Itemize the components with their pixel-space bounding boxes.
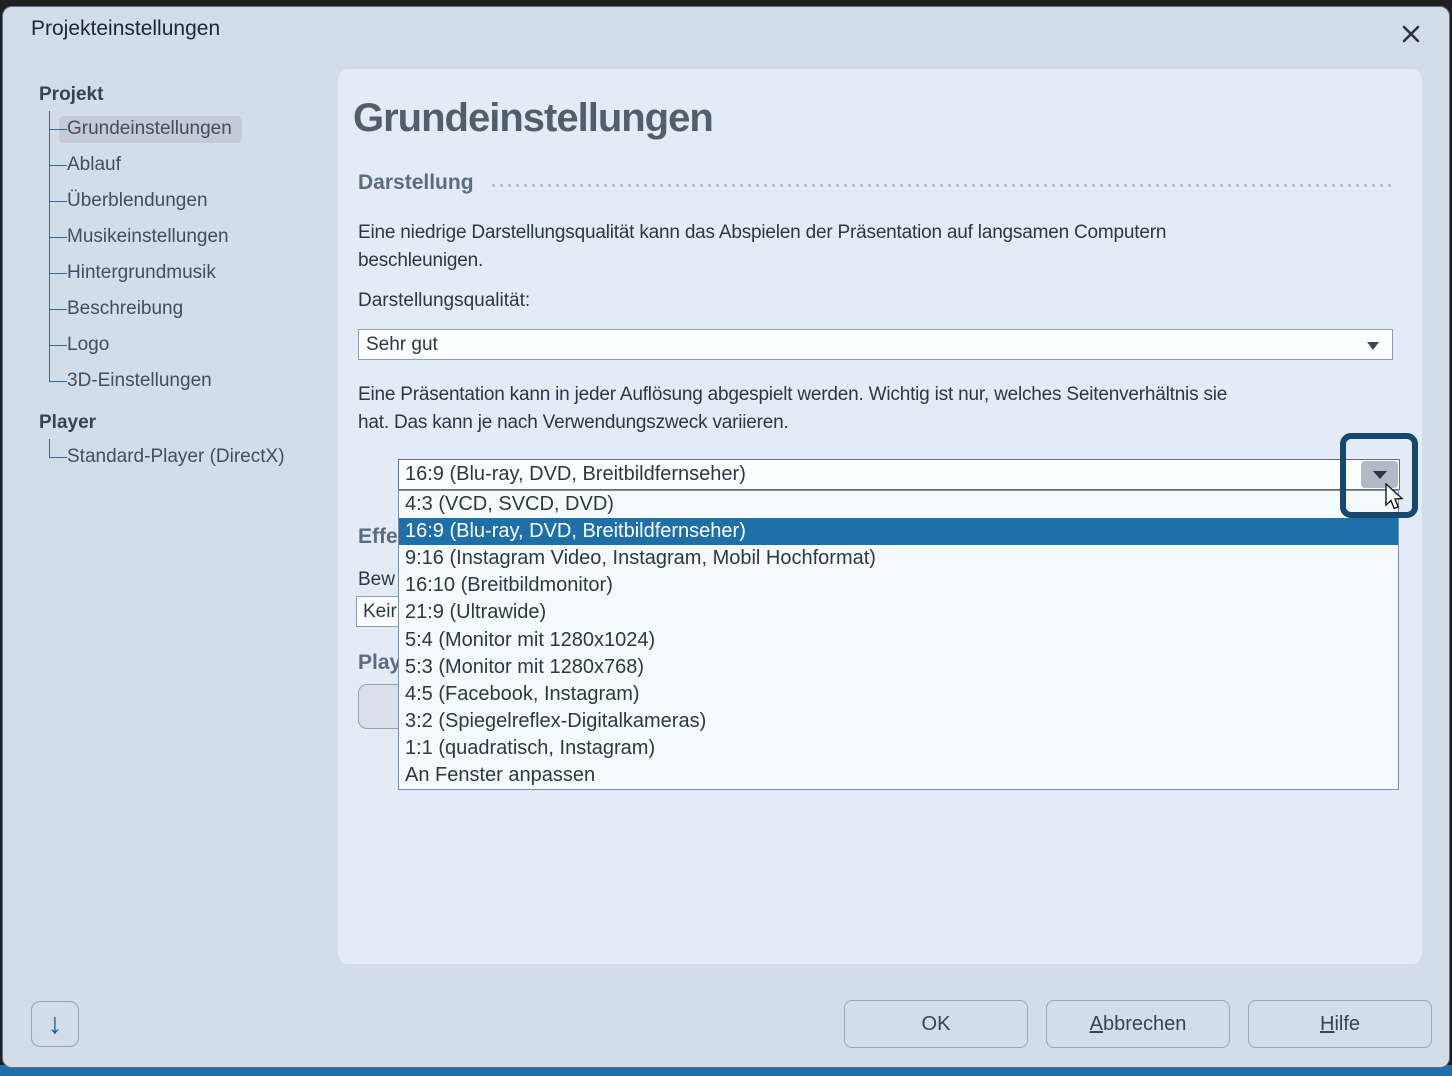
tree-connector: [39, 183, 67, 219]
sidebar-item--berblendungen[interactable]: Überblendungen: [39, 183, 339, 219]
quality-combobox[interactable]: Sehr gut: [358, 329, 1393, 360]
close-button[interactable]: [1395, 19, 1427, 49]
sidebar-item-grundeinstellungen[interactable]: Grundeinstellungen: [39, 111, 339, 147]
sidebar-item-label: Ablauf: [59, 152, 131, 179]
sidebar-item-3d-einstellungen[interactable]: 3D-Einstellungen: [39, 363, 339, 399]
cancel-button[interactable]: Abbrechen: [1046, 1000, 1230, 1048]
section-divider: [492, 184, 1395, 187]
quality-combobox-value: Sehr gut: [366, 334, 438, 356]
aspect-dropdown-button[interactable]: [1361, 461, 1398, 488]
arrow-down-icon: ↓: [48, 1008, 63, 1041]
chevron-down-icon: [1367, 342, 1379, 350]
motion-combobox-value: Keir: [363, 601, 397, 623]
aspect-paragraph-line1: Eine Präsentation kann in jeder Auflösun…: [358, 381, 1227, 409]
tree-connector: [39, 255, 67, 291]
close-icon: [1400, 23, 1422, 45]
sidebar-item-hintergrundmusik[interactable]: Hintergrundmusik: [39, 255, 339, 291]
tree-connector: [39, 439, 67, 475]
dropdown-option[interactable]: 16:9 (Blu-ray, DVD, Breitbildfernseher): [399, 518, 1398, 545]
aspect-combobox[interactable]: 16:9 (Blu-ray, DVD, Breitbildfernseher): [398, 459, 1400, 490]
sidebar-item-label: Grundeinstellungen: [59, 116, 242, 143]
dropdown-option[interactable]: 1:1 (quadratisch, Instagram): [399, 735, 1398, 762]
quality-label: Darstellungsqualität:: [358, 290, 530, 312]
ok-button[interactable]: OK: [844, 1000, 1028, 1048]
sidebar-item-label: Hintergrundmusik: [59, 260, 226, 287]
sidebar-item-label: Logo: [59, 332, 119, 359]
tree-connector: [39, 147, 67, 183]
screen: Projekteinstellungen ProjektGrundeinstel…: [0, 0, 1452, 1076]
sidebar-item-label: Musikeinstellungen: [59, 224, 239, 251]
dialog-title: Projekteinstellungen: [31, 17, 220, 41]
sidebar-group-player: Player: [39, 409, 339, 437]
dropdown-option[interactable]: 21:9 (Ultrawide): [399, 599, 1398, 626]
section-player-label-partial: Play: [358, 651, 401, 675]
dropdown-option[interactable]: 3:2 (Spiegelreflex-Digitalkameras): [399, 708, 1398, 735]
section-effekte-label-partial: Effe: [358, 525, 398, 549]
aspect-paragraph-line2: hat. Das kann je nach Verwendungszweck v…: [358, 409, 789, 437]
sidebar-group-projekt: Projekt: [39, 81, 339, 109]
sidebar-item-beschreibung[interactable]: Beschreibung: [39, 291, 339, 327]
dropdown-option[interactable]: 16:10 (Breitbildmonitor): [399, 572, 1398, 599]
page-title: Grundeinstellungen: [353, 95, 713, 141]
tree-connector: [39, 219, 67, 255]
dropdown-option[interactable]: 5:4 (Monitor mit 1280x1024): [399, 626, 1398, 653]
ok-button-label: OK: [922, 1013, 951, 1036]
project-settings-dialog: Projekteinstellungen ProjektGrundeinstel…: [2, 6, 1450, 1068]
move-down-button[interactable]: ↓: [31, 1001, 79, 1047]
tree-connector: [39, 291, 67, 327]
main-panel: Grundeinstellungen Darstellung Eine nied…: [338, 69, 1422, 964]
quality-paragraph-line2: beschleunigen.: [358, 247, 483, 275]
cancel-button-label: Abbrechen: [1090, 1013, 1187, 1036]
dropdown-option[interactable]: An Fenster anpassen: [399, 762, 1398, 789]
sidebar-item-label: Überblendungen: [59, 188, 218, 215]
aspect-dropdown-list: 4:3 (VCD, SVCD, DVD)16:9 (Blu-ray, DVD, …: [398, 490, 1399, 790]
sidebar-item-logo[interactable]: Logo: [39, 327, 339, 363]
help-button-label: Hilfe: [1320, 1013, 1360, 1036]
dropdown-option[interactable]: 4:3 (VCD, SVCD, DVD): [399, 491, 1398, 518]
dropdown-option[interactable]: 4:5 (Facebook, Instagram): [399, 681, 1398, 708]
section-darstellung-label: Darstellung: [358, 171, 474, 195]
sidebar-item-label: Beschreibung: [59, 296, 193, 323]
aspect-combobox-value: 16:9 (Blu-ray, DVD, Breitbildfernseher): [405, 463, 746, 486]
help-button[interactable]: Hilfe: [1248, 1000, 1432, 1048]
sidebar-item-musikeinstellungen[interactable]: Musikeinstellungen: [39, 219, 339, 255]
sidebar-tree: Projekt Grundeinstellungen Ablauf Überblend…: [39, 81, 339, 475]
sidebar-item-ablauf[interactable]: Ablauf: [39, 147, 339, 183]
motion-label-partial: Bew: [358, 569, 395, 591]
sidebar-item-label: 3D-Einstellungen: [59, 368, 222, 395]
tree-connector: [39, 111, 67, 147]
quality-paragraph-line1: Eine niedrige Darstellungsqualität kann …: [358, 219, 1166, 247]
sidebar-item-standard-player-directx-[interactable]: Standard-Player (DirectX): [39, 439, 339, 475]
dropdown-option[interactable]: 9:16 (Instagram Video, Instagram, Mobil …: [399, 545, 1398, 572]
sidebar-item-label: Standard-Player (DirectX): [59, 444, 295, 471]
chevron-down-icon: [1373, 471, 1387, 479]
section-darstellung: Darstellung: [358, 171, 1395, 195]
dropdown-option[interactable]: 5:3 (Monitor mit 1280x768): [399, 654, 1398, 681]
tree-connector: [39, 363, 67, 399]
tree-connector: [39, 327, 67, 363]
